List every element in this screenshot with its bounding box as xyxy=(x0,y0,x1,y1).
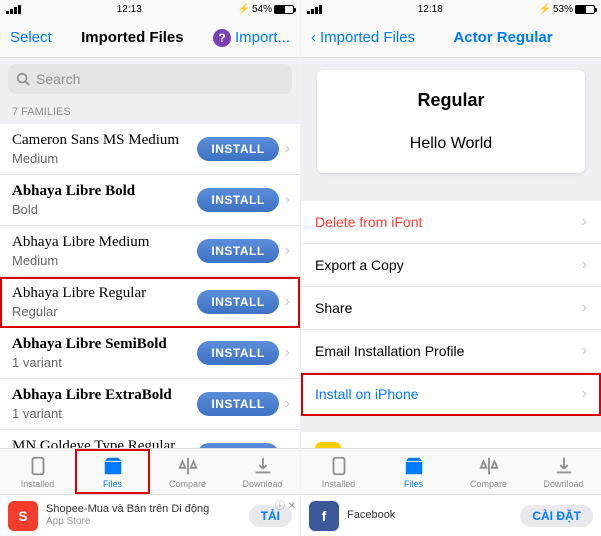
status-time: 12:13 xyxy=(117,4,142,15)
font-row[interactable]: Abhaya Libre Regular RegularINSTALL › xyxy=(0,277,300,328)
chevron-right-icon: › xyxy=(285,293,290,311)
battery-indicator: ⚡53% xyxy=(539,4,595,15)
tab-label: Download xyxy=(242,479,282,489)
install-button[interactable]: INSTALL xyxy=(197,341,278,365)
chevron-right-icon: › xyxy=(285,140,290,158)
font-name: Abhaya Libre SemiBold xyxy=(12,336,197,353)
status-time: 12:18 xyxy=(418,4,443,15)
preview-title: Regular xyxy=(337,90,565,111)
nav-bar: ‹Imported Files Actor Regular xyxy=(301,18,601,58)
status-bar: 12:18 ⚡53% xyxy=(301,0,601,18)
tab-bar: Installed Files Compare Download xyxy=(301,448,601,494)
chevron-right-icon: › xyxy=(285,191,290,209)
tab-label: Download xyxy=(543,479,583,489)
chevron-right-icon: › xyxy=(582,299,587,317)
font-name: Abhaya Libre Regular xyxy=(12,285,197,302)
chevron-left-icon: ‹ xyxy=(311,29,316,46)
tab-label: Installed xyxy=(21,479,55,489)
ad-banner[interactable]: S Shopee-Mua và Bán trên Di độngApp Stor… xyxy=(0,494,300,536)
font-row[interactable]: Abhaya Libre Medium MediumINSTALL › xyxy=(0,226,300,277)
status-bar: 12:13 ⚡54% xyxy=(0,0,300,18)
action-export-a-copy[interactable]: Export a Copy› xyxy=(301,244,601,287)
nav-bar: Select Imported Files ?Import... xyxy=(0,18,300,58)
font-sub: 1 variant xyxy=(12,355,197,370)
signal-icon xyxy=(307,5,322,14)
chevron-right-icon: › xyxy=(285,395,290,413)
ad-icon: f xyxy=(309,501,339,531)
chevron-right-icon: › xyxy=(582,342,587,360)
tab-label: Files xyxy=(103,479,122,489)
tab-bar: Installed Files Compare Download xyxy=(0,448,300,494)
tab-label: Compare xyxy=(470,479,507,489)
tab-files[interactable]: Files xyxy=(376,449,451,494)
chevron-right-icon: › xyxy=(285,242,290,260)
import-button[interactable]: ?Import... xyxy=(213,29,290,47)
font-sub: Bold xyxy=(12,202,197,217)
font-row[interactable]: Abhaya Libre ExtraBold 1 variantINSTALL › xyxy=(0,379,300,430)
font-sub: Regular xyxy=(12,304,197,319)
install-button[interactable]: INSTALL xyxy=(197,239,278,263)
action-install-on-iphone[interactable]: Install on iPhone› xyxy=(301,373,601,416)
font-row[interactable]: Abhaya Libre SemiBold 1 variantINSTALL › xyxy=(0,328,300,379)
chevron-right-icon: › xyxy=(582,256,587,274)
signal-icon xyxy=(6,5,21,14)
preview-sample: Hello World xyxy=(337,135,565,153)
font-preview-card: Regular Hello World xyxy=(317,70,585,173)
ad-icon: S xyxy=(8,501,38,531)
tab-label: Compare xyxy=(169,479,206,489)
battery-indicator: ⚡54% xyxy=(238,4,294,15)
font-sub: 1 variant xyxy=(12,406,197,421)
search-icon xyxy=(16,72,30,86)
chevron-right-icon: › xyxy=(582,385,587,403)
nav-title: Actor Regular xyxy=(453,29,552,46)
search-input[interactable]: Search xyxy=(8,64,292,94)
tab-compare[interactable]: Compare xyxy=(451,449,526,494)
font-name: Abhaya Libre Medium xyxy=(12,234,197,251)
font-name: Abhaya Libre Bold xyxy=(12,183,197,200)
font-sub: Medium xyxy=(12,253,197,268)
tab-download[interactable]: Download xyxy=(526,449,601,494)
font-row[interactable]: Abhaya Libre Bold BoldINSTALL › xyxy=(0,175,300,226)
chevron-right-icon: › xyxy=(285,344,290,362)
chevron-right-icon: › xyxy=(582,213,587,231)
tab-compare[interactable]: Compare xyxy=(150,449,225,494)
font-name: Abhaya Libre ExtraBold xyxy=(12,387,197,404)
action-delete-from-ifont[interactable]: Delete from iFont› xyxy=(301,201,601,244)
tab-download[interactable]: Download xyxy=(225,449,300,494)
font-sub: Medium xyxy=(12,151,197,166)
back-button[interactable]: ‹Imported Files xyxy=(311,29,415,46)
section-header: 7 Families xyxy=(0,100,300,124)
install-button[interactable]: INSTALL xyxy=(197,188,278,212)
ad-banner[interactable]: f Facebook CÀI ĐẶT xyxy=(301,494,601,536)
font-name: Cameron Sans MS Medium xyxy=(12,132,197,149)
tab-installed[interactable]: Installed xyxy=(0,449,75,494)
install-button[interactable]: INSTALL xyxy=(197,392,278,416)
install-button[interactable]: INSTALL xyxy=(197,137,278,161)
action-email-installation-profile[interactable]: Email Installation Profile› xyxy=(301,330,601,373)
ad-install-button[interactable]: CÀI ĐẶT xyxy=(520,505,593,527)
select-button[interactable]: Select xyxy=(10,29,52,46)
nav-title: Imported Files xyxy=(81,29,184,46)
action-share[interactable]: Share› xyxy=(301,287,601,330)
tab-label: Files xyxy=(404,479,423,489)
ad-close-icon[interactable]: ⓘ ✕ xyxy=(275,497,296,512)
install-button[interactable]: INSTALL xyxy=(197,290,278,314)
tab-label: Installed xyxy=(322,479,356,489)
tab-files[interactable]: Files xyxy=(75,449,150,494)
font-row[interactable]: Cameron Sans MS Medium MediumINSTALL › xyxy=(0,124,300,175)
tab-installed[interactable]: Installed xyxy=(301,449,376,494)
question-icon: ? xyxy=(213,29,231,47)
